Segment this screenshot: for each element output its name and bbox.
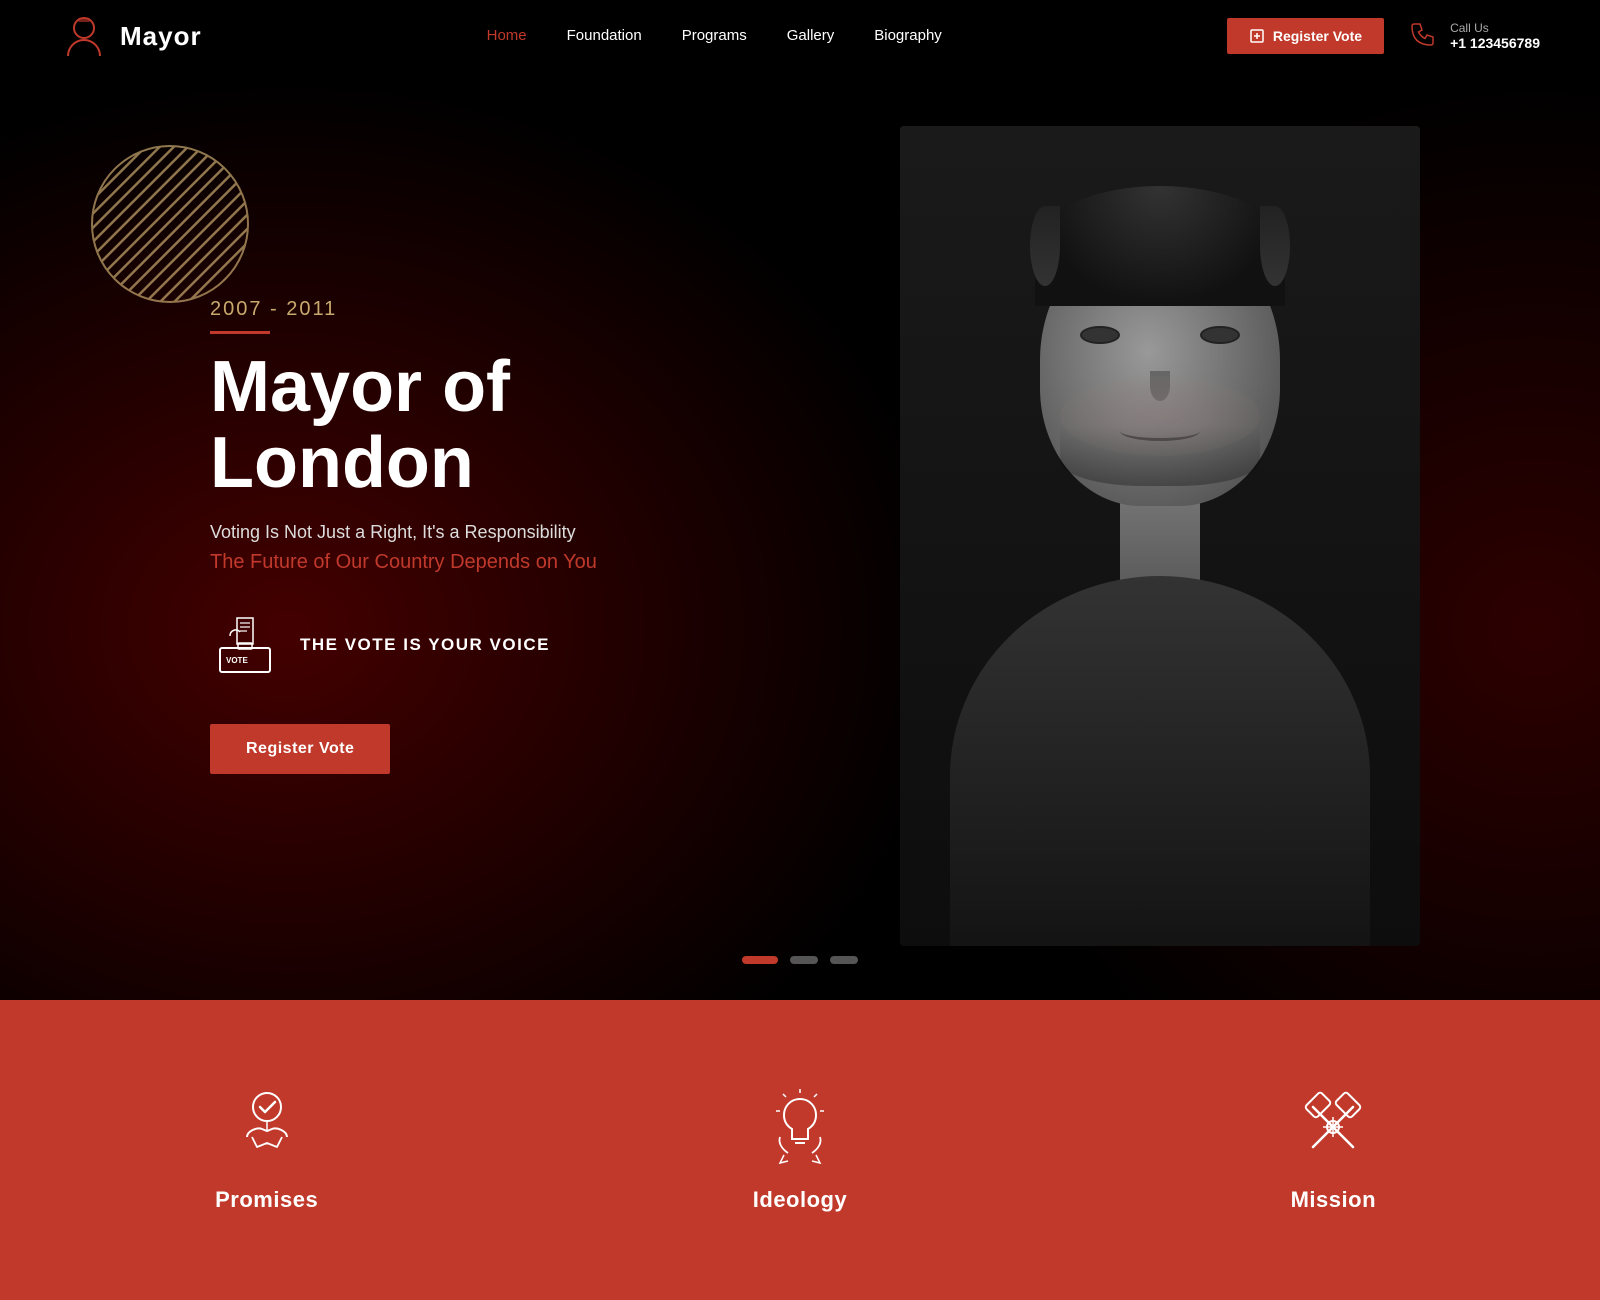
hero-tagline: The Future of Our Country Depends on You: [210, 551, 720, 574]
hero-register-button[interactable]: Register Vote: [210, 724, 390, 774]
ideology-icon-wrap: [760, 1087, 840, 1167]
promises-icon-wrap: [227, 1087, 307, 1167]
vote-box-icon: VOTE: [210, 610, 280, 680]
mission-label: Mission: [1291, 1187, 1376, 1213]
nav-home[interactable]: Home: [487, 27, 527, 45]
mission-icon-wrap: [1293, 1087, 1373, 1167]
call-info: Call Us +1 123456789: [1450, 21, 1540, 51]
nav-foundation[interactable]: Foundation: [567, 27, 642, 45]
ideology-card: Ideology: [533, 1057, 1066, 1243]
hero-subtitle: Voting Is Not Just a Right, It's a Respo…: [210, 522, 720, 543]
hero-photo: [880, 72, 1440, 1000]
hero-vote-box: VOTE THE VOTE IS YOUR VOICE: [210, 610, 720, 680]
phone-icon: [1408, 20, 1440, 52]
hero-title: Mayor of London: [210, 350, 720, 501]
decor-circle-top: [90, 144, 250, 304]
striped-circle-top: [90, 144, 250, 304]
hero-year: 2007 - 2011: [210, 298, 720, 321]
register-icon: [1249, 28, 1265, 44]
ideology-label: Ideology: [753, 1187, 847, 1213]
mayor-icon: [60, 12, 108, 60]
hero-photo-inner: [900, 126, 1420, 946]
hero-divider: [210, 331, 270, 334]
slider-dot-2[interactable]: [790, 956, 818, 964]
slider-dots: [742, 956, 858, 964]
nav-biography[interactable]: Biography: [874, 27, 942, 45]
person-image: [900, 126, 1420, 946]
nav-links: Home Foundation Programs Gallery Biograp…: [487, 27, 942, 45]
svg-text:VOTE: VOTE: [226, 656, 248, 665]
nav-right: Register Vote Call Us +1 123456789: [1227, 18, 1540, 54]
hero-vote-text: THE VOTE IS YOUR VOICE: [300, 635, 550, 655]
slider-dot-3[interactable]: [830, 956, 858, 964]
call-us: Call Us +1 123456789: [1408, 20, 1540, 52]
hero-section: 2007 - 2011 Mayor of London Voting Is No…: [0, 72, 1600, 1000]
ideology-icon: [760, 1087, 840, 1167]
vote-icon-wrap: VOTE: [210, 610, 280, 680]
navbar: Mayor Home Foundation Programs Gallery B…: [0, 0, 1600, 72]
nav-gallery[interactable]: Gallery: [787, 27, 835, 45]
brand-name: Mayor: [120, 21, 202, 52]
promises-label: Promises: [215, 1187, 318, 1213]
slider-dot-1[interactable]: [742, 956, 778, 964]
bottom-section: Promises Ideology: [0, 1000, 1600, 1300]
brand[interactable]: Mayor: [60, 12, 202, 60]
mission-card: Mission: [1067, 1057, 1600, 1243]
hero-content: 2007 - 2011 Mayor of London Voting Is No…: [0, 298, 720, 773]
promises-icon: [227, 1087, 307, 1167]
nav-programs[interactable]: Programs: [682, 27, 747, 45]
nav-register-button[interactable]: Register Vote: [1227, 18, 1384, 54]
promises-card: Promises: [0, 1057, 533, 1243]
mission-icon: [1293, 1087, 1373, 1167]
